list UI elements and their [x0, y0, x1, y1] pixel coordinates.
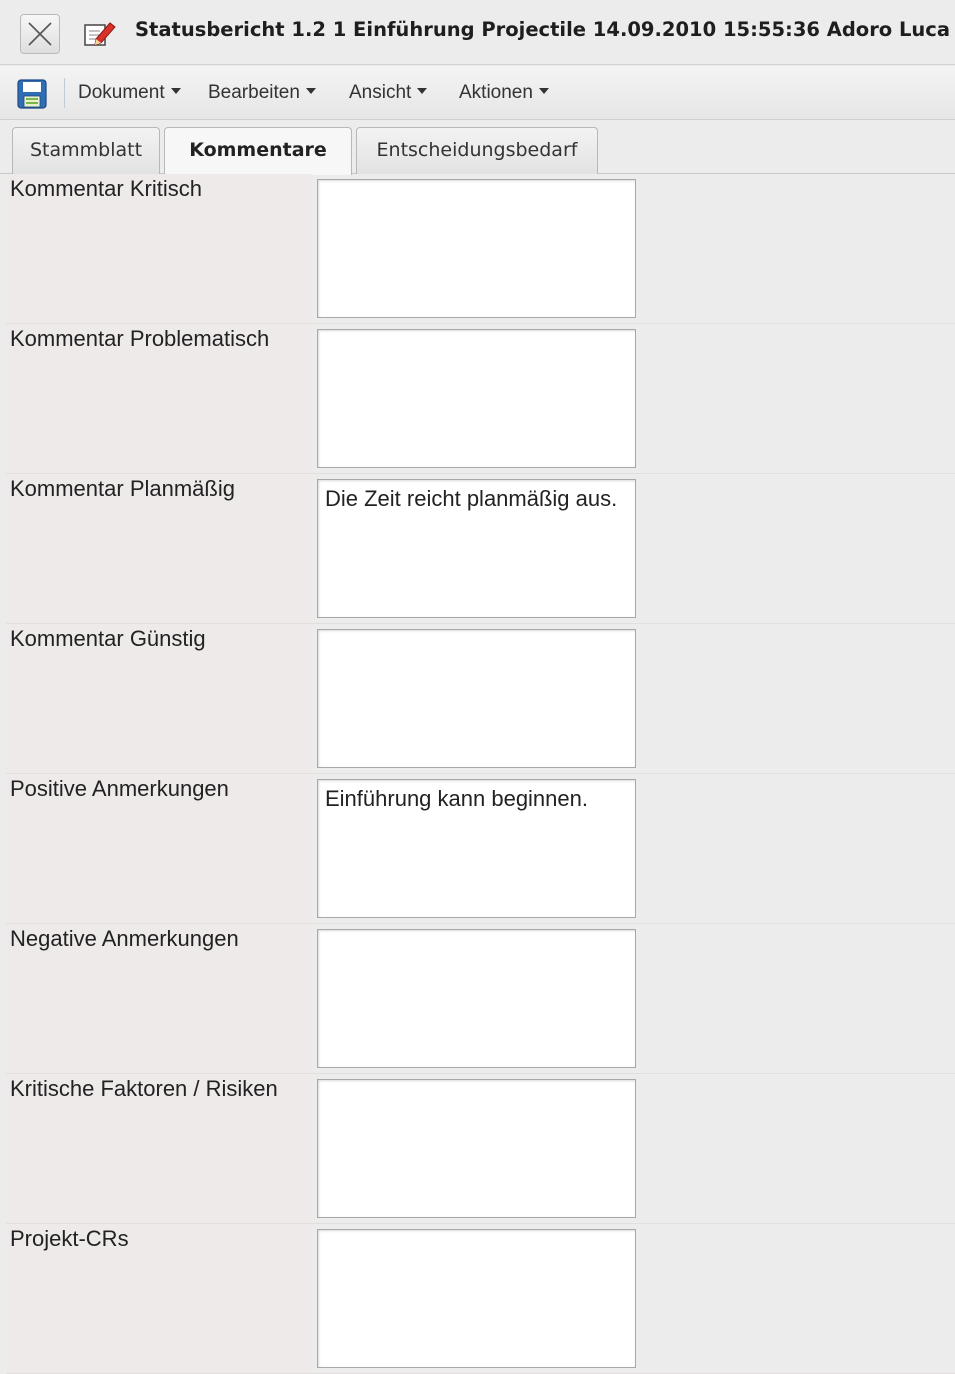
form-row-kommentar-kritisch: Kommentar Kritisch — [6, 174, 955, 324]
field-label: Kritische Faktoren / Risiken — [6, 1074, 312, 1223]
form-row-kritische-faktoren: Kritische Faktoren / Risiken — [6, 1074, 955, 1224]
menu-dokument-label: Dokument — [78, 82, 165, 103]
chevron-down-icon — [417, 87, 428, 94]
menu-bearbeiten-label: Bearbeiten — [208, 82, 300, 103]
kommentar-guenstig-field[interactable] — [317, 629, 636, 768]
menu-aktionen[interactable]: Aktionen — [459, 82, 549, 104]
field-label: Kommentar Kritisch — [6, 174, 312, 323]
comments-form: Kommentar Kritisch Kommentar Problematis… — [6, 174, 955, 1374]
chevron-down-icon — [305, 87, 316, 94]
tab-entscheidungsbedarf-label: Entscheidungsbedarf — [376, 139, 578, 161]
floppy-disk-icon[interactable] — [16, 78, 48, 110]
projekt-crs-field[interactable] — [317, 1229, 636, 1368]
form-row-negative-anmerkungen: Negative Anmerkungen — [6, 924, 955, 1074]
field-label: Kommentar Problematisch — [6, 324, 312, 473]
form-row-kommentar-problematisch: Kommentar Problematisch — [6, 324, 955, 474]
field-label: Projekt-CRs — [6, 1224, 312, 1373]
form-row-kommentar-planmaessig: Kommentar Planmäßig Die Zeit reicht plan… — [6, 474, 955, 624]
kritische-faktoren-field[interactable] — [317, 1079, 636, 1218]
kommentar-planmaessig-field[interactable]: Die Zeit reicht planmäßig aus. — [317, 479, 636, 618]
tab-kommentare[interactable]: Kommentare — [164, 127, 352, 175]
menu-separator — [64, 78, 65, 108]
menu-bearbeiten[interactable]: Bearbeiten — [208, 82, 316, 104]
tab-strip: Stammblatt Kommentare Entscheidungsbedar… — [0, 120, 955, 175]
close-button[interactable] — [20, 14, 60, 54]
tab-stammblatt-label: Stammblatt — [29, 139, 143, 161]
negative-anmerkungen-field[interactable] — [317, 929, 636, 1068]
field-label: Kommentar Günstig — [6, 624, 312, 773]
field-label: Positive Anmerkungen — [6, 774, 312, 923]
chevron-down-icon — [170, 87, 181, 94]
menubar: Dokument Bearbeiten Ansicht Aktionen — [0, 66, 955, 120]
field-label: Kommentar Planmäßig — [6, 474, 312, 623]
menu-ansicht-label: Ansicht — [349, 82, 412, 103]
tab-entscheidungsbedarf[interactable]: Entscheidungsbedarf — [356, 127, 598, 174]
form-row-projekt-crs: Projekt-CRs — [6, 1224, 955, 1374]
window-titlebar: Statusbericht 1.2 1 Einführung Projectil… — [0, 0, 955, 65]
menu-dokument[interactable]: Dokument — [78, 82, 181, 104]
window-title: Statusbericht 1.2 1 Einführung Projectil… — [135, 18, 951, 41]
menu-aktionen-label: Aktionen — [459, 82, 533, 103]
chevron-down-icon — [538, 87, 549, 94]
positive-anmerkungen-field[interactable]: Einführung kann beginnen. — [317, 779, 636, 918]
form-row-kommentar-guenstig: Kommentar Günstig — [6, 624, 955, 774]
kommentar-kritisch-field[interactable] — [317, 179, 636, 318]
tab-stammblatt[interactable]: Stammblatt — [12, 127, 160, 174]
field-label: Negative Anmerkungen — [6, 924, 312, 1073]
tab-kommentare-label: Kommentare — [189, 139, 327, 161]
kommentar-problematisch-field[interactable] — [317, 329, 636, 468]
menu-ansicht[interactable]: Ansicht — [349, 82, 428, 104]
document-edit-icon — [82, 17, 118, 49]
form-row-positive-anmerkungen: Positive Anmerkungen Einführung kann beg… — [6, 774, 955, 924]
